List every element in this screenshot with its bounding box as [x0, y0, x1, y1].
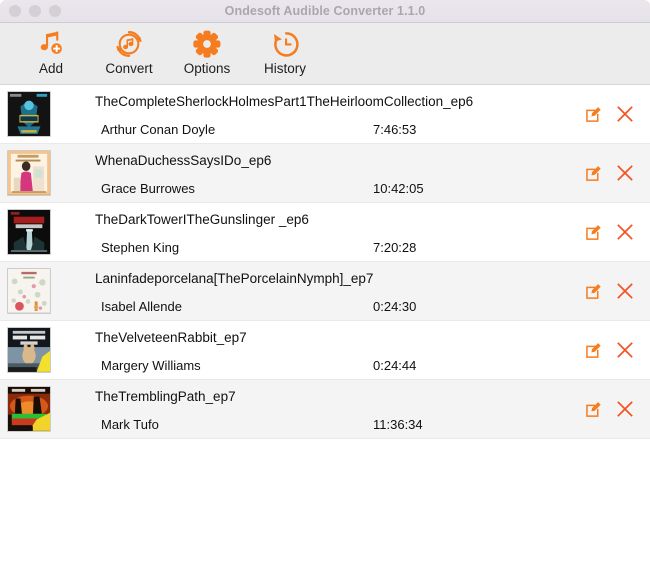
toolbar-button-history[interactable]: History [246, 28, 324, 82]
row-actions [585, 400, 634, 418]
book-author: Stephen King [101, 239, 180, 255]
remove-button[interactable] [616, 223, 634, 241]
book-duration: 11:36:34 [373, 416, 423, 432]
book-duration: 0:24:30 [373, 298, 417, 314]
book-author: Mark Tufo [101, 416, 159, 432]
audiobook-list: TheCompleteSherlockHolmesPart1TheHeirloo… [0, 85, 650, 579]
book-author: Grace Burrowes [101, 180, 195, 196]
book-title: TheDarkTowerITheGunslinger _ep6 [95, 211, 309, 227]
book-title: TheCompleteSherlockHolmesPart1TheHeirloo… [95, 93, 474, 109]
row-meta: TheCompleteSherlockHolmesPart1TheHeirloo… [95, 85, 650, 143]
edit-button[interactable] [585, 342, 602, 359]
remove-icon [617, 283, 633, 299]
edit-icon [586, 165, 601, 181]
edit-button[interactable] [585, 106, 602, 123]
cover-thumbnail [7, 327, 51, 373]
row-subline: Stephen King 7:20:28 [95, 240, 650, 255]
table-row[interactable]: TheCompleteSherlockHolmesPart1TheHeirloo… [0, 85, 650, 144]
cover-thumbnail [7, 209, 51, 255]
remove-icon [617, 342, 633, 358]
minimize-button[interactable] [29, 5, 41, 17]
book-title: WhenaDuchessSaysIDo_ep6 [95, 152, 272, 168]
book-duration: 7:20:28 [373, 239, 417, 255]
table-row[interactable]: TheTremblingPath_ep7 Mark Tufo 11:36:34 [0, 380, 650, 439]
close-button[interactable] [9, 5, 21, 17]
book-author: Margery Williams [101, 357, 201, 373]
table-row[interactable]: WhenaDuchessSaysIDo_ep6 Grace Burrowes 1… [0, 144, 650, 203]
toolbar-label-options: Options [183, 61, 231, 76]
row-actions [585, 105, 634, 123]
row-subline: Arthur Conan Doyle 7:46:53 [95, 122, 650, 137]
cover-thumbnail [7, 150, 51, 196]
remove-button[interactable] [616, 341, 634, 359]
row-meta: WhenaDuchessSaysIDo_ep6 Grace Burrowes 1… [95, 144, 650, 202]
book-duration: 0:24:44 [373, 357, 417, 373]
toolbar-label-add: Add [38, 61, 64, 76]
cover-thumbnail [7, 386, 51, 432]
cover-thumbnail [7, 268, 51, 314]
remove-icon [617, 106, 633, 122]
edit-icon [586, 283, 601, 299]
row-meta: TheTremblingPath_ep7 Mark Tufo 11:36:34 [95, 380, 650, 438]
row-meta: Laninfadeporcelana[ThePorcelainNymph]_ep… [95, 262, 650, 320]
gear-icon [192, 28, 222, 60]
music-note-refresh-icon [114, 28, 144, 60]
cover-thumbnail [7, 91, 51, 137]
toolbar-label-convert: Convert [105, 61, 153, 76]
window-title: Ondesoft Audible Converter 1.1.0 [224, 4, 426, 18]
book-title: Laninfadeporcelana[ThePorcelainNymph]_ep… [95, 270, 374, 286]
row-meta: TheVelveteenRabbit_ep7 Margery Williams … [95, 321, 650, 379]
edit-icon [586, 224, 601, 240]
clock-rewind-icon [270, 28, 300, 60]
row-subline: Isabel Allende 0:24:30 [95, 299, 650, 314]
music-note-plus-icon [36, 28, 66, 60]
book-duration: 10:42:05 [373, 180, 424, 196]
book-title: TheTremblingPath_ep7 [95, 388, 236, 404]
app-window: Ondesoft Audible Converter 1.1.0 Add Con… [0, 0, 650, 579]
edit-button[interactable] [585, 283, 602, 300]
remove-icon [617, 401, 633, 417]
toolbar-button-add[interactable]: Add [12, 28, 90, 82]
row-subline: Mark Tufo 11:36:34 [95, 417, 650, 432]
table-row[interactable]: Laninfadeporcelana[ThePorcelainNymph]_ep… [0, 262, 650, 321]
remove-button[interactable] [616, 282, 634, 300]
toolbar-button-options[interactable]: Options [168, 28, 246, 82]
traffic-lights [9, 5, 61, 17]
edit-icon [586, 106, 601, 122]
row-actions [585, 341, 634, 359]
edit-button[interactable] [585, 165, 602, 182]
book-duration: 7:46:53 [373, 121, 417, 137]
row-actions [585, 164, 634, 182]
row-subline: Grace Burrowes 10:42:05 [95, 181, 650, 196]
edit-button[interactable] [585, 401, 602, 418]
remove-button[interactable] [616, 164, 634, 182]
book-author: Arthur Conan Doyle [101, 121, 216, 137]
edit-icon [586, 342, 601, 358]
remove-icon [617, 165, 633, 181]
toolbar-button-convert[interactable]: Convert [90, 28, 168, 82]
table-row[interactable]: TheDarkTowerITheGunslinger _ep6 Stephen … [0, 203, 650, 262]
edit-icon [586, 401, 601, 417]
toolbar-label-history: History [263, 61, 306, 76]
row-subline: Margery Williams 0:24:44 [95, 358, 650, 373]
remove-button[interactable] [616, 105, 634, 123]
zoom-button[interactable] [49, 5, 61, 17]
row-actions [585, 282, 634, 300]
row-meta: TheDarkTowerITheGunslinger _ep6 Stephen … [95, 203, 650, 261]
book-title: TheVelveteenRabbit_ep7 [95, 329, 247, 345]
titlebar: Ondesoft Audible Converter 1.1.0 [0, 0, 650, 23]
book-author: Isabel Allende [101, 298, 182, 314]
toolbar: Add Convert Options History [0, 23, 650, 85]
remove-icon [617, 224, 633, 240]
edit-button[interactable] [585, 224, 602, 241]
row-actions [585, 223, 634, 241]
remove-button[interactable] [616, 400, 634, 418]
table-row[interactable]: TheVelveteenRabbit_ep7 Margery Williams … [0, 321, 650, 380]
